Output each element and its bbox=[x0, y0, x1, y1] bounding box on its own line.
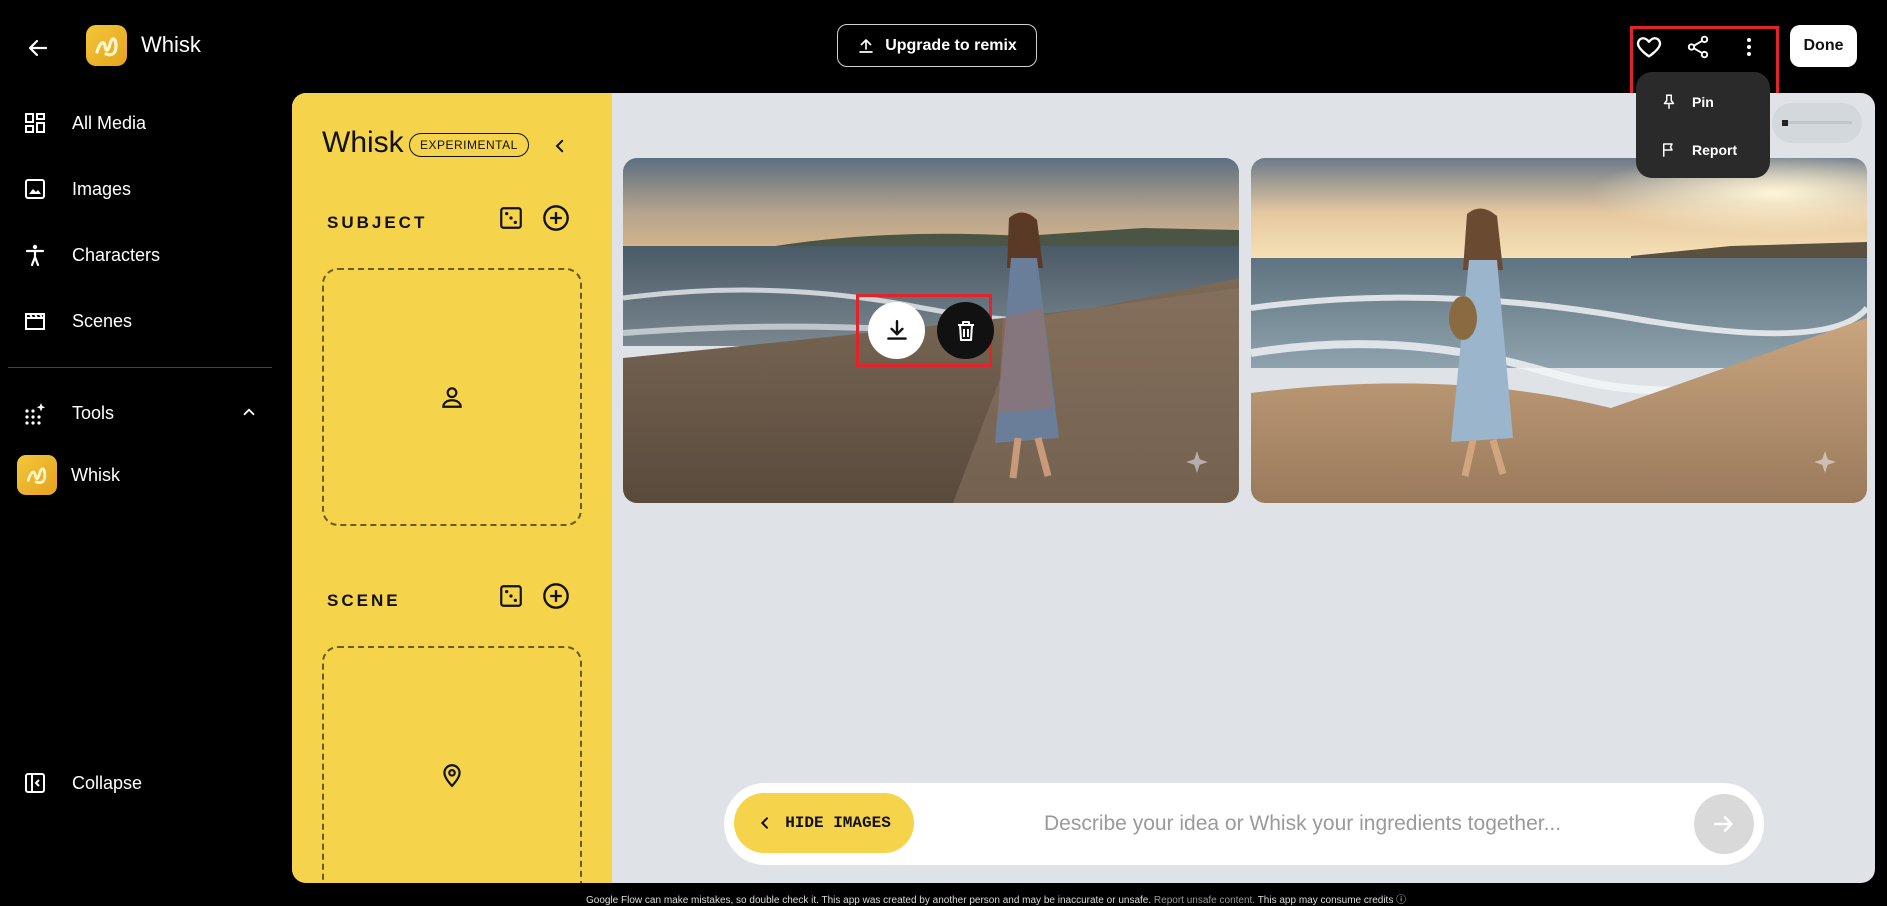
back-button[interactable] bbox=[20, 30, 56, 66]
footer-disclaimer: Google Flow can make mistakes, so double… bbox=[586, 891, 1406, 906]
grid-icon bbox=[20, 108, 50, 138]
person-icon bbox=[20, 240, 50, 270]
more-options-button[interactable] bbox=[1729, 27, 1769, 67]
chevron-up-icon bbox=[240, 403, 258, 421]
done-button[interactable]: Done bbox=[1790, 25, 1857, 67]
trash-icon bbox=[957, 320, 974, 341]
collapse-label: Collapse bbox=[72, 772, 143, 793]
zoom-slider[interactable] bbox=[1772, 103, 1862, 143]
pin-icon bbox=[1663, 94, 1675, 109]
upload-icon bbox=[859, 38, 874, 53]
report-unsafe-link[interactable]: Report unsafe content. bbox=[1154, 895, 1255, 906]
heart-icon bbox=[1636, 37, 1662, 58]
sidebar-item-whisk[interactable]: Whisk bbox=[17, 455, 120, 495]
ingredients-panel: Whisk EXPERIMENTAL SUBJECT SCENE bbox=[292, 93, 612, 883]
scene-dropzone[interactable] bbox=[322, 646, 582, 883]
upgrade-label: Upgrade to remix bbox=[885, 36, 1017, 54]
share-icon bbox=[1687, 35, 1709, 59]
arrow-left-icon bbox=[28, 39, 48, 57]
prompt-bar: HIDE IMAGES bbox=[724, 783, 1764, 865]
sidebar-divider bbox=[8, 367, 272, 368]
flag-icon bbox=[1663, 143, 1673, 157]
subject-label: SUBJECT bbox=[327, 213, 428, 232]
menu-item-label: Report bbox=[1692, 142, 1738, 158]
download-image-button[interactable] bbox=[868, 302, 925, 359]
generated-image-2[interactable] bbox=[1251, 158, 1867, 503]
sidebar-item-label: Characters bbox=[72, 244, 161, 265]
sidebar-item-label: All Media bbox=[72, 112, 147, 133]
film-icon bbox=[20, 306, 50, 336]
tools-sparkle-icon bbox=[20, 398, 50, 428]
sparkle-icon bbox=[1184, 449, 1210, 475]
upgrade-to-remix-button[interactable]: Upgrade to remix bbox=[837, 24, 1037, 67]
sidebar-item-images[interactable]: Images bbox=[20, 169, 131, 209]
experimental-badge: EXPERIMENTAL bbox=[409, 133, 529, 157]
add-scene-button[interactable] bbox=[541, 581, 571, 611]
collapse-panel-button[interactable] bbox=[545, 131, 575, 161]
add-circle-icon bbox=[543, 205, 569, 231]
send-button[interactable] bbox=[1694, 794, 1754, 854]
favorite-button[interactable] bbox=[1629, 27, 1669, 67]
collapse-panel-icon bbox=[20, 768, 50, 798]
sidebar-item-all-media[interactable]: All Media bbox=[20, 103, 146, 143]
panel-title: Whisk bbox=[322, 126, 404, 159]
sparkle-icon bbox=[1812, 449, 1838, 475]
prompt-input[interactable] bbox=[1044, 803, 1644, 845]
sidebar-tools-toggle[interactable]: Tools bbox=[20, 393, 260, 433]
collapse-sidebar-button[interactable]: Collapse bbox=[20, 763, 142, 803]
share-button[interactable] bbox=[1678, 27, 1718, 67]
chevron-left-icon bbox=[555, 139, 564, 153]
subject-dropzone[interactable] bbox=[322, 268, 582, 526]
app-title: Whisk bbox=[141, 32, 201, 57]
main-canvas: Whisk EXPERIMENTAL SUBJECT SCENE HIDE IM… bbox=[292, 93, 1875, 883]
scene-label: SCENE bbox=[327, 591, 401, 610]
dice-icon bbox=[500, 585, 522, 607]
dice-icon bbox=[500, 207, 522, 229]
hide-images-button[interactable]: HIDE IMAGES bbox=[734, 793, 914, 853]
info-icon[interactable]: ⓘ bbox=[1396, 895, 1406, 906]
more-vert-icon bbox=[1747, 38, 1751, 56]
person-outline-icon bbox=[442, 387, 462, 408]
chevron-left-icon bbox=[761, 817, 769, 829]
more-options-menu: Pin Report bbox=[1636, 72, 1770, 178]
sidebar-item-scenes[interactable]: Scenes bbox=[20, 301, 132, 341]
image-icon bbox=[20, 174, 50, 204]
footer-text-main: Google Flow can make mistakes, so double… bbox=[586, 895, 1152, 906]
tools-label: Tools bbox=[72, 402, 115, 423]
whisk-logo bbox=[86, 25, 127, 66]
add-circle-icon bbox=[543, 583, 569, 609]
random-subject-button[interactable] bbox=[496, 203, 526, 233]
location-pin-icon bbox=[443, 764, 461, 788]
menu-item-label: Pin bbox=[1692, 94, 1714, 110]
add-subject-button[interactable] bbox=[541, 203, 571, 233]
menu-item-report[interactable]: Report bbox=[1636, 128, 1770, 172]
arrow-right-icon bbox=[1714, 816, 1733, 832]
menu-item-pin[interactable]: Pin bbox=[1636, 80, 1770, 124]
sidebar-item-label: Scenes bbox=[72, 310, 133, 331]
whisk-logo-icon bbox=[17, 455, 57, 495]
random-scene-button[interactable] bbox=[496, 581, 526, 611]
sidebar-item-label: Images bbox=[72, 178, 132, 199]
delete-image-button[interactable] bbox=[937, 302, 994, 359]
sidebar-item-label: Whisk bbox=[71, 464, 120, 485]
hide-images-label: HIDE IMAGES bbox=[785, 814, 891, 832]
download-icon bbox=[886, 319, 907, 340]
sidebar-item-characters[interactable]: Characters bbox=[20, 235, 160, 275]
footer-text-end: This app may consume credits bbox=[1257, 895, 1394, 906]
